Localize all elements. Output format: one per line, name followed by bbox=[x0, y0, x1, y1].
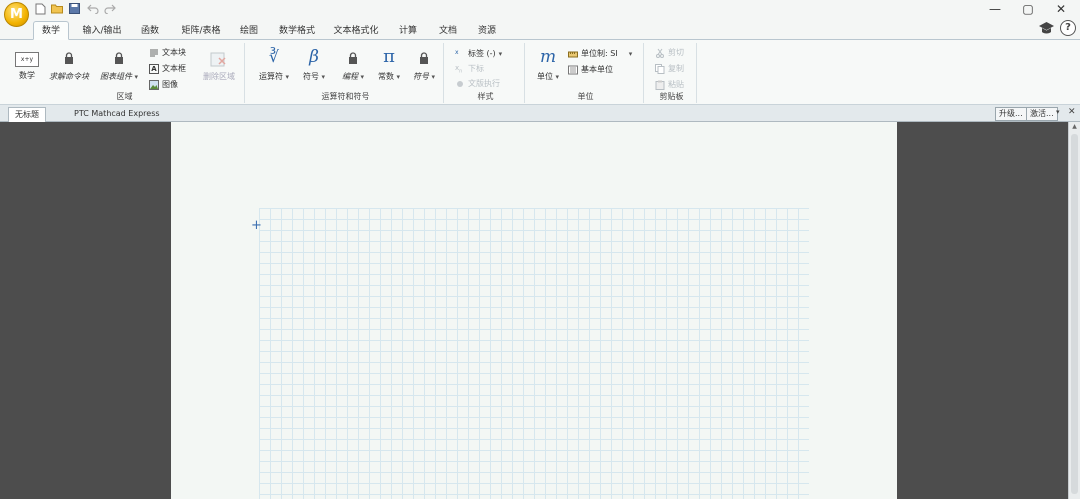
save-icon[interactable] bbox=[68, 2, 81, 15]
delete-region-icon bbox=[201, 52, 237, 68]
redo-icon[interactable] bbox=[103, 2, 116, 15]
clipboard-group: 剪切 复制 粘贴 剪贴板 bbox=[647, 43, 697, 103]
chevron-down-icon: ▾ bbox=[321, 73, 326, 81]
help-icon[interactable]: ? bbox=[1060, 20, 1076, 36]
tab-text-format[interactable]: 文本格式化 bbox=[330, 22, 382, 40]
graduation-cap-icon[interactable] bbox=[1038, 20, 1055, 37]
copy-icon bbox=[655, 63, 665, 74]
unit-button[interactable]: m 单位 ▾ bbox=[532, 48, 564, 82]
lock-icon bbox=[408, 52, 440, 68]
symbols-button[interactable]: β 符号 ▾ bbox=[296, 48, 332, 82]
new-file-icon[interactable] bbox=[34, 2, 47, 15]
paste-icon bbox=[655, 80, 665, 90]
workspace bbox=[0, 122, 1068, 499]
copy-button[interactable]: 复制 bbox=[655, 63, 684, 74]
tab-input-output[interactable]: 输入/输出 bbox=[78, 22, 126, 40]
operators-button[interactable]: ∛ 运算符 ▾ bbox=[254, 48, 294, 82]
group-label: 剪贴板 bbox=[659, 92, 684, 101]
pi-icon: π bbox=[383, 46, 395, 67]
style-group: x 标签 (-) ▾ xn 下标 文版执行 样式 bbox=[447, 43, 525, 103]
chevron-down-icon: ▾ bbox=[134, 73, 139, 81]
label-icon: x bbox=[455, 48, 459, 56]
text-box-button[interactable]: A 文本框 bbox=[149, 63, 186, 74]
constants-button[interactable]: π 常数 ▾ bbox=[372, 48, 406, 82]
vertical-scrollbar[interactable]: ▲ bbox=[1068, 122, 1080, 499]
tab-math-format[interactable]: 数学格式 bbox=[274, 22, 320, 40]
lock-icon bbox=[95, 52, 143, 68]
upgrade-button[interactable]: 升级... bbox=[995, 107, 1027, 121]
ruler-icon bbox=[568, 49, 578, 59]
open-folder-icon[interactable] bbox=[51, 2, 64, 15]
cube-root-icon: ∛ bbox=[268, 47, 280, 66]
group-label: 样式 bbox=[477, 92, 494, 101]
tab-document[interactable]: 文档 bbox=[431, 22, 465, 40]
tab-matrix-table[interactable]: 矩阵/表格 bbox=[176, 22, 226, 40]
subscript-icon: xn bbox=[455, 63, 463, 74]
chevron-down-icon: ▾ bbox=[360, 73, 365, 81]
ribbon-tab-bar: 数学 输入/输出 函数 矩阵/表格 绘图 数学格式 文本格式化 计算 文档 资源… bbox=[0, 18, 1080, 40]
crosshair-cursor-icon: + bbox=[251, 218, 262, 233]
beta-icon: β bbox=[309, 47, 319, 67]
close-icon[interactable]: ✕ bbox=[1068, 107, 1076, 117]
math-region-button[interactable]: x+y 数学 bbox=[13, 52, 41, 81]
text-box-icon: A bbox=[149, 63, 159, 74]
unit-m-icon: m bbox=[539, 47, 557, 67]
base-units-button[interactable]: 基本单位 bbox=[568, 64, 613, 75]
app-logo-icon[interactable]: M bbox=[4, 2, 29, 27]
text-block-button[interactable]: 文本块 bbox=[149, 47, 186, 58]
tab-plots[interactable]: 绘图 bbox=[232, 22, 266, 40]
ribbon: x+y 数学 求解命令块 图表组件 ▾ 文本块 A 文本框 图像 删除区域 区域 bbox=[0, 40, 1080, 105]
scissors-icon bbox=[655, 48, 665, 58]
close-button[interactable]: ✕ bbox=[1044, 0, 1078, 18]
lock-icon bbox=[336, 52, 370, 68]
scrollbar-thumb[interactable] bbox=[1071, 134, 1078, 494]
region-group: x+y 数学 求解命令块 图表组件 ▾ 文本块 A 文本框 图像 删除区域 区域 bbox=[5, 43, 245, 103]
wrap-button[interactable]: 文版执行 bbox=[455, 78, 500, 89]
chevron-down-icon: ▾ bbox=[555, 73, 560, 81]
delete-region-button[interactable]: 删除区域 bbox=[201, 52, 237, 82]
chevron-down-icon: ▾ bbox=[285, 73, 290, 81]
wrap-icon bbox=[455, 79, 465, 89]
label-dropdown[interactable]: x 标签 (-) ▾ bbox=[455, 48, 502, 59]
base-units-icon bbox=[568, 65, 578, 75]
undo-icon[interactable] bbox=[86, 2, 99, 15]
image-icon bbox=[149, 79, 159, 90]
chart-component-button[interactable]: 图表组件 ▾ bbox=[95, 52, 143, 82]
programming-button[interactable]: 编程 ▾ bbox=[336, 52, 370, 82]
tab-functions[interactable]: 函数 bbox=[133, 22, 167, 40]
lock-icon bbox=[47, 52, 91, 68]
document-tab-bar: 无标题 PTC Mathcad Express 升级... 激活... ▾ ✕ bbox=[0, 105, 1080, 122]
activate-button[interactable]: 激活... bbox=[1026, 107, 1058, 121]
units-group: m 单位 ▾ 单位制: SI ▾ 基本单位 单位 bbox=[528, 43, 644, 103]
image-button[interactable]: 图像 bbox=[149, 79, 178, 90]
tab-calculation[interactable]: 计算 bbox=[391, 22, 425, 40]
minimize-button[interactable]: — bbox=[978, 0, 1012, 18]
group-label: 单位 bbox=[577, 92, 594, 101]
subscript-button[interactable]: xn 下标 bbox=[455, 63, 484, 74]
worksheet-page[interactable] bbox=[171, 122, 897, 499]
cut-button[interactable]: 剪切 bbox=[655, 47, 684, 58]
worksheet-grid[interactable] bbox=[259, 208, 809, 499]
text-block-icon bbox=[149, 48, 159, 58]
group-label: 运算符和符号 bbox=[321, 92, 370, 101]
group-label: 区域 bbox=[116, 92, 133, 101]
operators-symbols-group: ∛ 运算符 ▾ β 符号 ▾ 编程 ▾ π 常数 ▾ 符号 ▾ 运算符和符号 bbox=[248, 43, 444, 103]
chevron-down-icon: ▾ bbox=[498, 49, 503, 58]
chevron-down-icon: ▾ bbox=[396, 73, 401, 81]
document-tab[interactable]: 无标题 bbox=[8, 107, 46, 122]
math-region-icon: x+y bbox=[15, 52, 39, 67]
title-bar: M — ▢ ✕ bbox=[0, 0, 1080, 27]
restore-button[interactable]: ▢ bbox=[1011, 0, 1045, 18]
tab-resources[interactable]: 资源 bbox=[470, 22, 504, 40]
unit-system-dropdown[interactable]: 单位制: SI ▾ bbox=[568, 48, 632, 59]
solve-block-button[interactable]: 求解命令块 bbox=[47, 52, 91, 82]
paste-button[interactable]: 粘贴 bbox=[655, 79, 684, 90]
app-name-label: PTC Mathcad Express bbox=[74, 109, 160, 118]
symbols2-button[interactable]: 符号 ▾ bbox=[408, 52, 440, 82]
tab-math[interactable]: 数学 bbox=[33, 21, 69, 40]
scroll-up-icon[interactable]: ▲ bbox=[1070, 123, 1079, 132]
chevron-down-icon[interactable]: ▾ bbox=[1056, 108, 1060, 116]
chevron-down-icon: ▾ bbox=[628, 49, 633, 58]
chevron-down-icon: ▾ bbox=[431, 73, 436, 81]
